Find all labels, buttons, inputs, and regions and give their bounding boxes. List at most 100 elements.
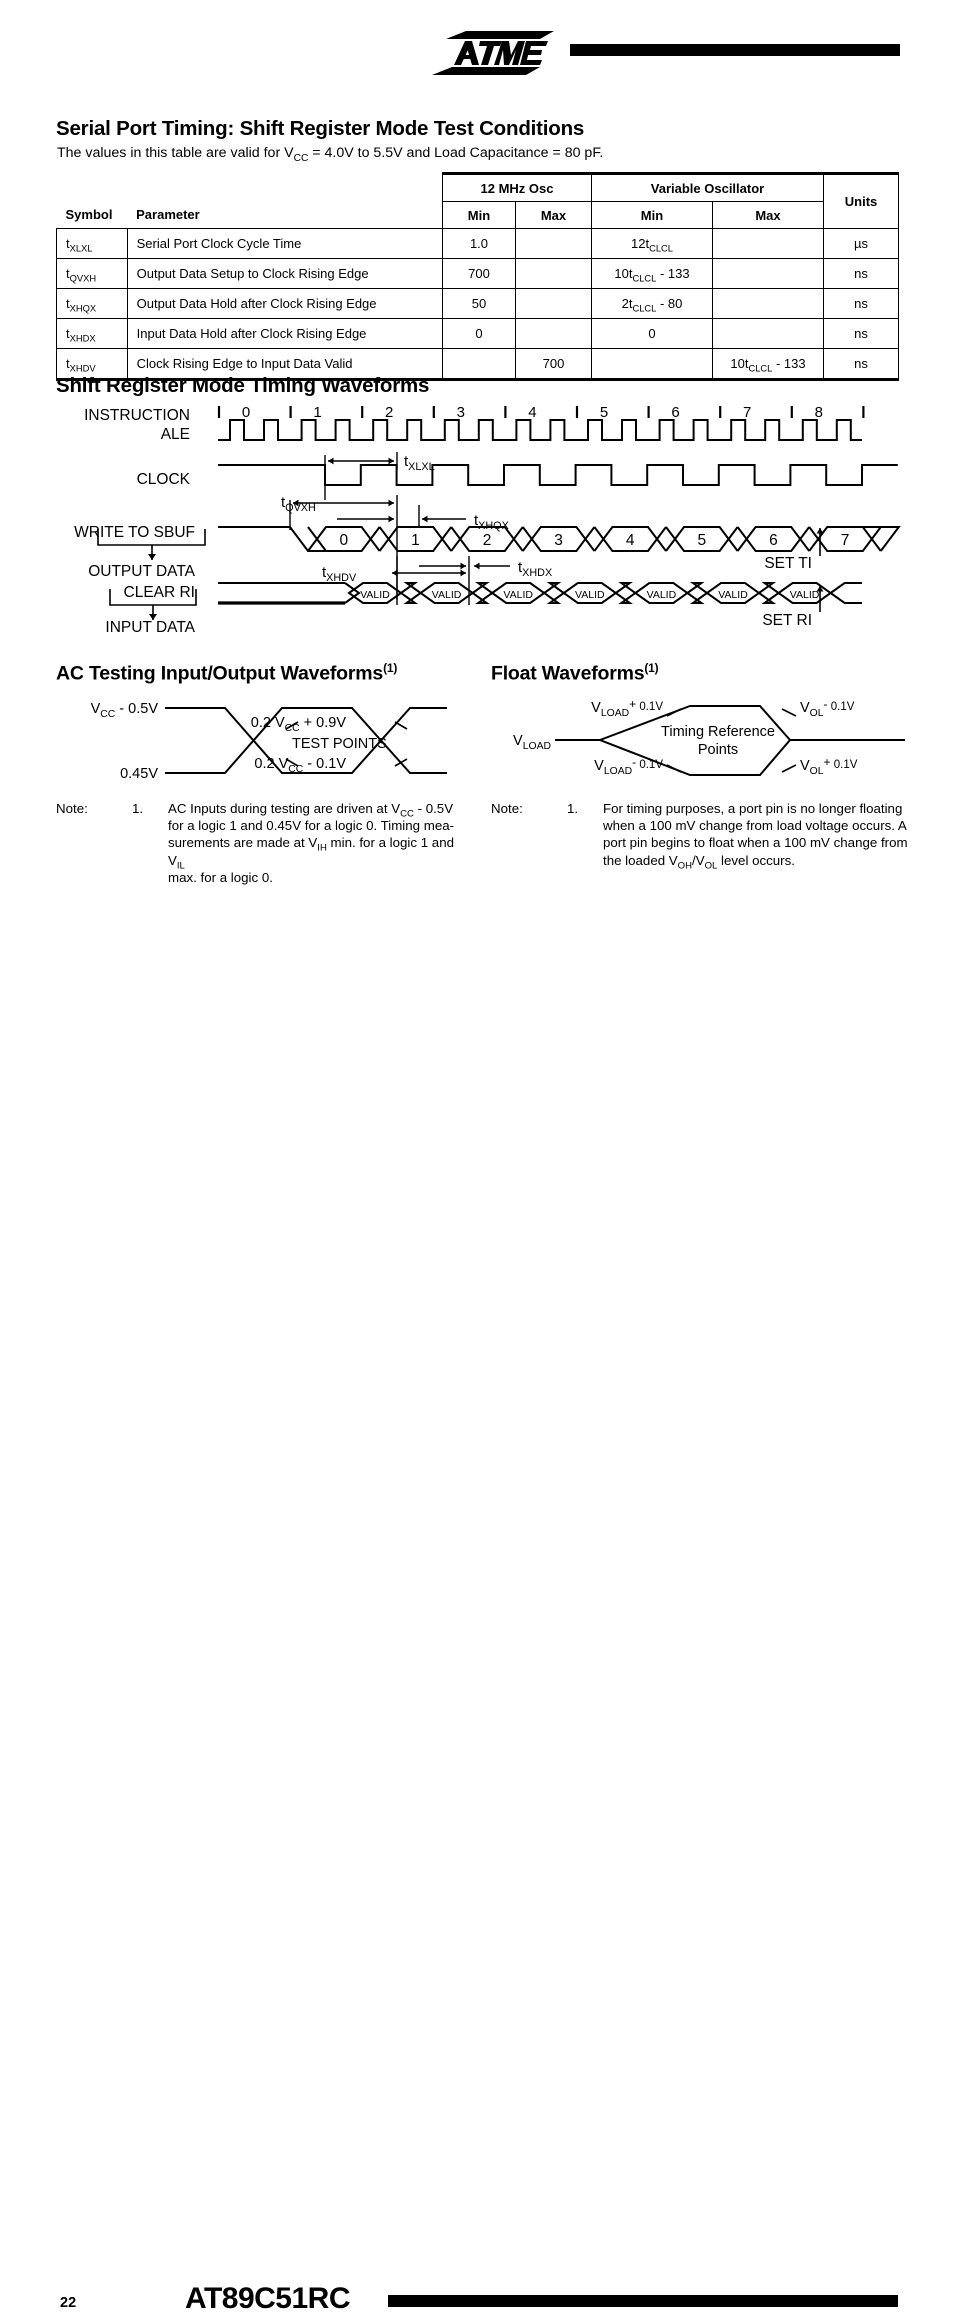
waveform-label-input-data: INPUT DATA — [105, 619, 195, 636]
ac-label-lower-test-point: 0.2 VCC - 0.1V — [254, 756, 346, 775]
note-line: For timing purposes, a port pin is no lo… — [603, 801, 903, 816]
table-cell-parameter: Input Data Hold after Clock Rising Edge — [126, 318, 444, 349]
waveform-input-data-valid: VALID — [647, 589, 677, 601]
waveform-instruction-number: 2 — [385, 404, 393, 421]
note-number-left: 1. — [132, 801, 144, 816]
table-cell-min-variable: 0 — [591, 318, 713, 349]
waveform-input-data-valid: VALID — [575, 589, 605, 601]
waveform-output-data-value: 1 — [411, 532, 420, 549]
float-label-vload-plus: VLOAD+ 0.1V — [591, 697, 663, 719]
waveform-output-data-value: 2 — [483, 532, 492, 549]
waveform-instruction-number: 6 — [671, 404, 679, 421]
waveform-label-ale: ALE — [161, 426, 190, 443]
note-line: the loaded VOH/VOL level occurs. — [603, 852, 795, 872]
table-cell-max-12mhz — [515, 318, 592, 349]
header-cell-symbol: Symbol — [57, 174, 128, 229]
part-number: AT89C51RC — [185, 2282, 351, 2315]
footer-rule — [388, 2295, 898, 2307]
table-row: tQVXH Output Data Setup to Clock Rising E… — [56, 258, 899, 289]
waveform-instruction-number: 7 — [743, 404, 751, 421]
col-symbol-label: Symbol — [65, 207, 113, 222]
table-cell-max-12mhz: 700 — [515, 348, 592, 381]
header-group-variable-oscillator: Variable Oscillator — [591, 172, 824, 202]
waveform-instruction-number: 0 — [242, 404, 250, 421]
waveform-output-data-value: 3 — [554, 532, 563, 549]
table-cell-min-variable: 10tCLCL - 133 — [591, 258, 713, 289]
table-cell-symbol: tXLXL — [56, 228, 128, 259]
table-cell-units: ns — [823, 318, 899, 349]
waveform-instruction-number: 5 — [600, 404, 608, 421]
note-float-waveforms: Note: 1. For timing purposes, a port pin… — [491, 800, 911, 880]
waveform-input-data-valid: VALID — [503, 589, 533, 601]
waveform-timing-tqvxh: tQVXH — [281, 494, 316, 514]
note-line: when a 100 mV change from load voltage o… — [603, 818, 907, 834]
note-label-right: Note: — [491, 801, 523, 816]
table-cell-max-variable — [712, 258, 824, 289]
ac-label-045v: 0.45V — [120, 766, 158, 782]
float-label-points: Points — [698, 742, 738, 758]
header-cell-parameter: Parameter — [127, 174, 442, 229]
float-label-vol-plus: VOL+ 0.1V — [800, 755, 858, 777]
waveform-instruction-number: 4 — [528, 404, 536, 421]
page-number: 22 — [60, 2295, 77, 2311]
table-cell-max-variable — [712, 228, 824, 259]
header-cell-units: Units — [823, 172, 899, 229]
table-cell-min-12mhz: 0 — [442, 318, 516, 349]
waveform-label-clock: CLOCK — [137, 471, 191, 488]
intro-part-a: The values in this table are valid for V — [57, 145, 294, 161]
intro-sub-cc: CC — [293, 152, 309, 164]
table-body: tXLXL Serial Port Clock Cycle Time 1.0 12tC… — [56, 228, 899, 381]
waveform-label-set-ri: SET RI — [762, 612, 812, 629]
table-cell-symbol: tXHQX — [56, 288, 128, 319]
header-cell-max-12mhz: Max — [515, 201, 592, 229]
table-cell-parameter: Output Data Hold after Clock Rising Edge — [126, 288, 444, 319]
waveform-input-data-valid: VALID — [790, 589, 820, 601]
table-cell-min-variable — [591, 348, 713, 381]
section-title-shift-register-waveforms: Shift Register Mode Timing Waveforms — [56, 374, 430, 397]
table-cell-max-12mhz — [515, 288, 592, 319]
col-parameter-label: Parameter — [136, 207, 200, 222]
waveform-instruction-number: 8 — [815, 404, 823, 421]
table-cell-min-variable: 2tCLCL - 80 — [591, 288, 713, 319]
float-label-vload: VLOAD — [513, 733, 551, 752]
table-cell-parameter: Serial Port Clock Cycle Time — [126, 228, 444, 259]
table-cell-max-variable: 10tCLCL - 133 — [712, 348, 824, 381]
atmel-logo — [432, 31, 554, 75]
float-title-footnote: (1) — [644, 661, 659, 675]
table-cell-units: ns — [823, 288, 899, 319]
note-line: max. for a logic 0. — [168, 869, 273, 885]
float-label-vol-minus: VOL- 0.1V — [800, 697, 855, 719]
header-cell-min-variable: Min — [591, 201, 713, 229]
waveform-output-data-value: 0 — [339, 532, 348, 549]
waveform-instruction-number: 3 — [457, 404, 465, 421]
note-line: port pin begins to float when a 100 mV c… — [603, 835, 908, 851]
note-number-right: 1. — [567, 801, 579, 816]
note-body-right: For timing purposes, a port pin is no lo… — [603, 800, 923, 872]
waveform-output-data-value: 5 — [697, 532, 706, 549]
note-line: AC Inputs during testing are driven at V… — [168, 801, 454, 820]
table-cell-min-variable: 12tCLCL — [591, 228, 713, 259]
waveform-timing-txhdv: tXHDV — [322, 564, 357, 584]
note-label-left: Note: — [56, 801, 88, 816]
waveform-input-data-valid: VALID — [360, 589, 390, 601]
table-row: tXLXL Serial Port Clock Cycle Time 1.0 12tC… — [56, 228, 899, 259]
waveform-label-output-data: OUTPUT DATA — [88, 563, 195, 580]
waveform-output-data-value: 4 — [626, 532, 635, 549]
header-rule — [570, 44, 900, 56]
ac-label-upper-test-point: 0.2 VCC + 0.9V — [251, 715, 347, 734]
waveform-output-data-value: 7 — [841, 532, 850, 549]
page-title-serial-port-timing: Serial Port Timing: Shift Register Mode … — [56, 117, 585, 140]
section-title-float-waveforms: Float Waveforms(1) — [491, 661, 659, 686]
note-line: for a logic 1 and 0.45V for a logic 0. T… — [168, 818, 455, 834]
table-cell-symbol: tQVXH — [56, 258, 128, 289]
table-cell-min-12mhz: 1.0 — [442, 228, 516, 259]
intro-part-c: = 4.0V to 5.5V and Load Capacitance = 80… — [308, 145, 604, 161]
waveform-timing-txhqx: tXHQX — [474, 512, 509, 532]
waveform-label-write-to-sbuf: WRITE TO SBUF — [74, 524, 195, 541]
serial-port-intro: The values in this table are valid for V… — [57, 145, 604, 164]
header-cell-max-variable: Max — [712, 201, 824, 229]
waveform-output-data-value: 6 — [769, 532, 778, 549]
header-cell-min-12mhz: Min — [442, 201, 516, 229]
table-cell-symbol: tXHDX — [56, 318, 128, 349]
table-cell-max-12mhz — [515, 228, 592, 259]
